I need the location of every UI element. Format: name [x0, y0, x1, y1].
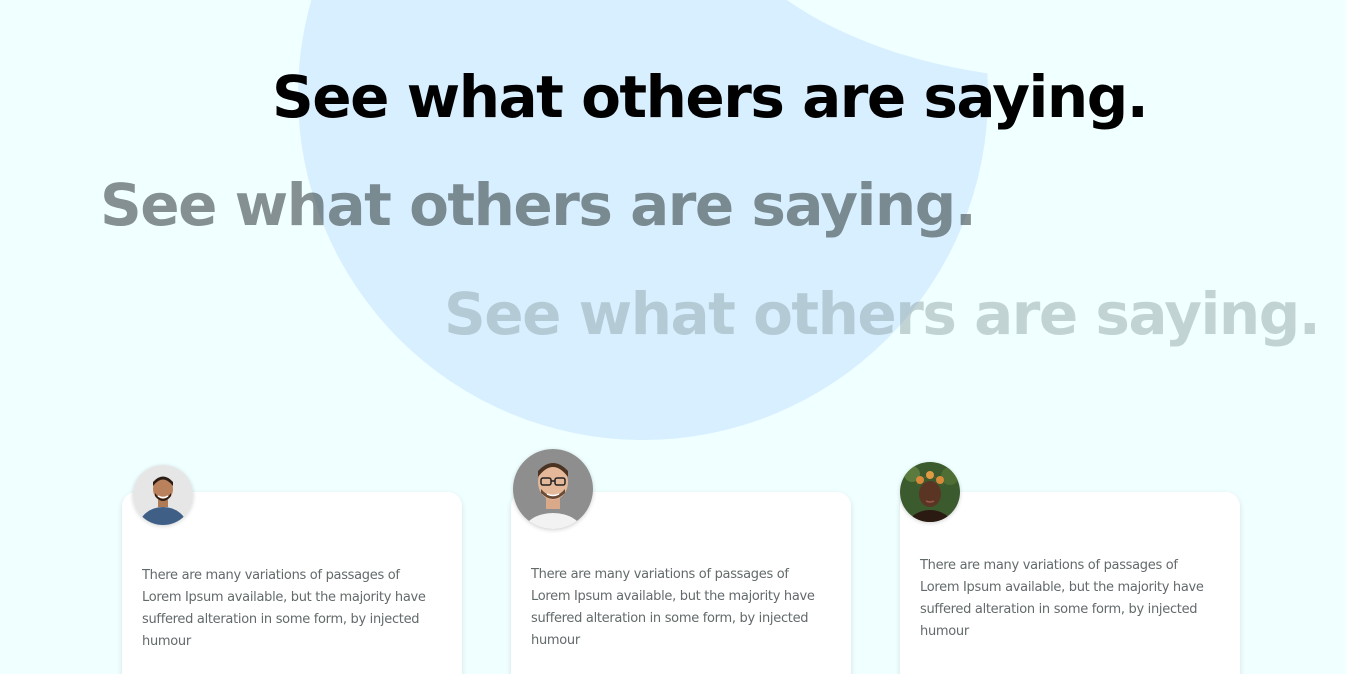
testimonial-text: There are many variations of passages of… — [531, 567, 815, 648]
testimonial-text: There are many variations of passages of… — [142, 568, 426, 649]
person-avatar-icon — [900, 462, 960, 522]
avatar-photo-3 — [900, 462, 960, 522]
section-heading-echo-2: See what others are saying. — [444, 280, 1321, 348]
avatar-photo-1 — [133, 465, 193, 525]
section-heading: See what others are saying. — [272, 63, 1149, 131]
avatar-photo-2 — [513, 449, 593, 529]
person-avatar-icon — [513, 449, 593, 529]
person-avatar-icon — [133, 465, 193, 525]
section-heading-echo-1: See what others are saying. — [100, 171, 977, 239]
testimonial-card: There are many variations of passages of… — [900, 492, 1240, 674]
testimonial-text: There are many variations of passages of… — [920, 558, 1204, 639]
testimonials-section: See what others are saying. See what oth… — [0, 0, 1346, 674]
